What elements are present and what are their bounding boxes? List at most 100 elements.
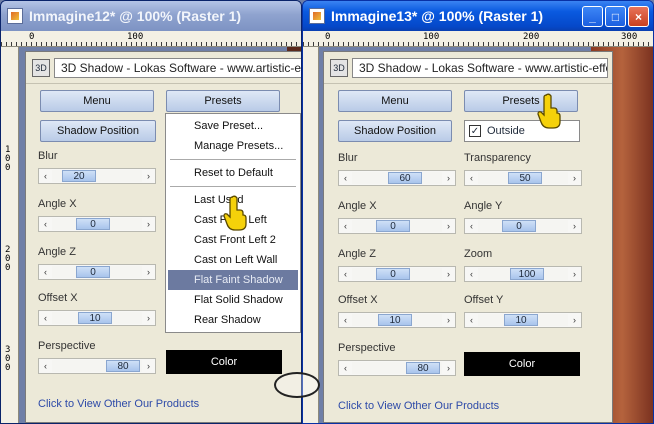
transparency-label: Transparency [464,152,531,164]
blur-label: Blur [338,152,358,164]
offset-x-label: Offset X [38,292,78,304]
3d-icon: 3D [32,58,50,77]
watermark-logo [274,372,320,398]
window-immagine12[interactable]: Immagine12* @ 100% (Raster 1) 0 100 1 0 … [0,0,302,424]
app-icon [309,8,325,24]
titlebar[interactable]: Immagine12* @ 100% (Raster 1) [1,1,301,31]
blur-slider[interactable]: ‹ 20 › [38,168,156,184]
ruler-label: 0 [5,363,11,373]
dialog-title: 3D Shadow - Lokas Software - www.artisti… [352,57,608,78]
arrow-right-icon[interactable]: › [568,171,581,185]
arrow-right-icon[interactable]: › [142,359,155,373]
arrow-right-icon[interactable]: › [568,219,581,233]
slider-value: 100 [510,268,544,280]
zoom-slider[interactable]: ‹ 100 › [464,266,582,282]
ruler-label: 0 [325,32,331,42]
titlebar[interactable]: Immagine13* @ 100% (Raster 1) _ □ × [303,1,653,31]
dialog-titlebar[interactable]: 3D 3D Shadow - Lokas Software - www.arti… [26,52,301,84]
menu-button[interactable]: Menu [40,90,154,112]
menu-item-flat-faint-shadow[interactable]: Flat Faint Shadow [168,270,298,290]
color-button[interactable]: Color [464,352,580,376]
angle-x-slider[interactable]: ‹ 0 › [38,216,156,232]
arrow-left-icon[interactable]: ‹ [339,171,352,185]
zoom-label: Zoom [464,248,493,260]
menu-button[interactable]: Menu [338,90,452,112]
transparency-slider[interactable]: ‹ 50 › [464,170,582,186]
angle-y-slider[interactable]: ‹ 0 › [464,218,582,234]
arrow-left-icon[interactable]: ‹ [39,169,52,183]
blur-slider[interactable]: ‹ 60 › [338,170,456,186]
arrow-left-icon[interactable]: ‹ [465,219,478,233]
arrow-left-icon[interactable]: ‹ [465,171,478,185]
shadow-position-button[interactable]: Shadow Position [338,120,452,142]
offset-y-label: Offset Y [464,294,504,306]
perspective-slider[interactable]: ‹ 80 › [38,358,156,374]
arrow-right-icon[interactable]: › [568,313,581,327]
dialog-titlebar[interactable]: 3D 3D Shadow - Lokas Software - www.arti… [324,52,612,84]
offset-x-label: Offset X [338,294,378,306]
angle-y-label: Angle Y [464,200,503,212]
title-buttons: _ □ × [582,6,649,27]
arrow-left-icon[interactable]: ‹ [39,217,52,231]
arrow-left-icon[interactable]: ‹ [39,359,52,373]
products-link[interactable]: Click to View Other Our Products [38,398,199,410]
window-title: Immagine13* @ 100% (Raster 1) [331,8,544,24]
slider-value: 20 [62,170,96,182]
offset-y-slider[interactable]: ‹ 10 › [464,312,582,328]
arrow-right-icon[interactable]: › [142,265,155,279]
presets-button[interactable]: Presets [166,90,280,112]
menu-item-flat-solid-shadow[interactable]: Flat Solid Shadow [166,290,300,310]
menu-separator [170,186,296,187]
arrow-right-icon[interactable]: › [442,171,455,185]
angle-z-slider[interactable]: ‹ 0 › [338,266,456,282]
arrow-right-icon[interactable]: › [442,267,455,281]
products-link[interactable]: Click to View Other Our Products [338,400,499,412]
dialog-title: 3D Shadow - Lokas Software - www.artisti… [54,57,301,78]
arrow-right-icon[interactable]: › [142,311,155,325]
arrow-right-icon[interactable]: › [142,169,155,183]
menu-item-cast-front-left-2[interactable]: Cast Front Left 2 [166,230,300,250]
angle-x-slider[interactable]: ‹ 0 › [338,218,456,234]
angle-z-slider[interactable]: ‹ 0 › [38,264,156,280]
perspective-slider[interactable]: ‹ 80 › [338,360,456,376]
arrow-left-icon[interactable]: ‹ [339,267,352,281]
horizontal-ruler: 0 100 200 300 [303,31,653,47]
slider-value: 0 [376,268,410,280]
arrow-left-icon[interactable]: ‹ [39,311,52,325]
blur-label: Blur [38,150,58,162]
window-immagine13[interactable]: Immagine13* @ 100% (Raster 1) _ □ × 0 10… [302,0,654,424]
maximize-icon[interactable]: □ [605,6,626,27]
slider-value: 50 [508,172,542,184]
arrow-right-icon[interactable]: › [568,267,581,281]
offset-x-slider[interactable]: ‹ 10 › [38,310,156,326]
angle-x-label: Angle X [38,198,77,210]
offset-x-slider[interactable]: ‹ 10 › [338,312,456,328]
arrow-left-icon[interactable]: ‹ [339,219,352,233]
menu-item-rear-shadow[interactable]: Rear Shadow [166,310,300,330]
slider-value: 0 [376,220,410,232]
shadow-position-button[interactable]: Shadow Position [40,120,156,142]
arrow-right-icon[interactable]: › [442,313,455,327]
color-button[interactable]: Color [166,350,282,374]
slider-value: 0 [76,218,110,230]
arrow-left-icon[interactable]: ‹ [465,313,478,327]
slider-value: 0 [76,266,110,278]
arrow-right-icon[interactable]: › [442,361,455,375]
menu-item-cast-left-wall[interactable]: Cast on Left Wall [166,250,300,270]
arrow-right-icon[interactable]: › [442,219,455,233]
arrow-left-icon[interactable]: ‹ [465,267,478,281]
angle-z-label: Angle Z [38,246,76,258]
minimize-icon[interactable]: _ [582,6,603,27]
menu-item-manage-presets[interactable]: Manage Presets... [166,136,300,156]
ruler-label: 0 [29,32,35,42]
window-title: Immagine12* @ 100% (Raster 1) [29,8,242,24]
arrow-right-icon[interactable]: › [142,217,155,231]
arrow-left-icon[interactable]: ‹ [39,265,52,279]
arrow-left-icon[interactable]: ‹ [339,361,352,375]
menu-item-reset-default[interactable]: Reset to Default [166,163,300,183]
close-icon[interactable]: × [628,6,649,27]
shadow-dialog: 3D 3D Shadow - Lokas Software - www.arti… [323,51,613,423]
ruler-label: 0 [5,263,11,273]
menu-item-save-preset[interactable]: Save Preset... [166,116,300,136]
arrow-left-icon[interactable]: ‹ [339,313,352,327]
